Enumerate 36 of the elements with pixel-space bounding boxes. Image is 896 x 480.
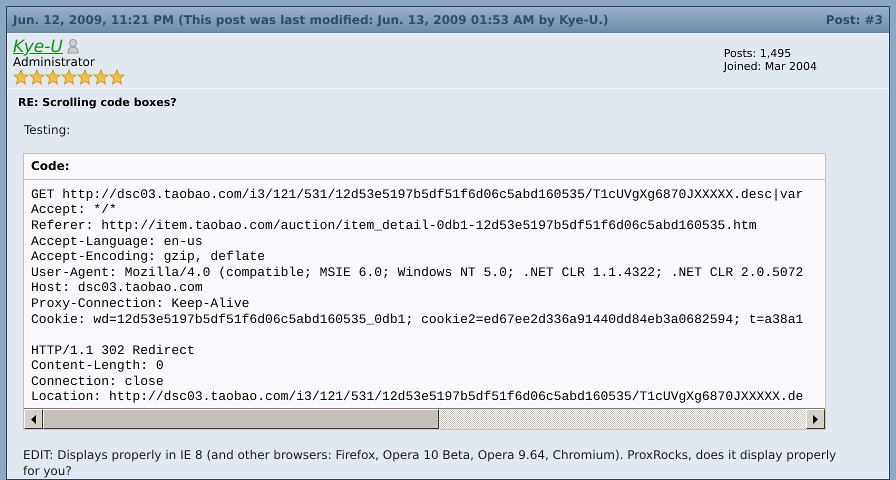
code-line: Connection: close [31, 374, 165, 390]
post-subject: RE: Scrolling code boxes? [17, 95, 178, 112]
star-icon [45, 68, 61, 85]
code-line: Content-Length: 0 [31, 358, 165, 374]
scroll-left-button[interactable] [24, 409, 43, 429]
post-count: Posts: 1,495 [724, 46, 792, 60]
code-line: HTTP/1.1 302 Redirect [31, 342, 196, 358]
horizontal-scrollbar[interactable] [24, 408, 825, 429]
code-line: Location: http://dsc03.taobao.com/i3/121/531/12d53e5197b5df51f6d06c5abd160535/T1cUVgXg6870JXXXXX.de [31, 389, 804, 406]
user-rank: Administrator [13, 56, 96, 69]
code-line: User-Agent: Mozilla/4.0 (compatible; MSIE 6.0; Windows NT 5.0; .NET CLR 1.1.4322; .NET CLR 2.0.5072 [31, 264, 804, 280]
author-link[interactable]: Kye-U [13, 38, 63, 56]
post-date: Jun. 12, 2009, 11:21 PM (This post was last modified: Jun. 13, 2009 01:53 AM by Kye-U.) [13, 12, 608, 29]
star-icon [93, 68, 109, 85]
star-icon [61, 68, 77, 85]
star-icon [13, 68, 29, 85]
post-text: Testing: [23, 122, 72, 139]
join-date: Joined: Mar 2004 [724, 60, 817, 73]
arrow-right-icon [813, 414, 818, 424]
code-line: Accept-Language: en-us [31, 234, 204, 250]
star-icon [77, 68, 93, 85]
code-line: Cookie: wd=12d53e5197b5df51f6d06c5abd160535_0db1; cookie2=ed67ee2d336a91440dd84eb3a0682594; t=a38a1 [31, 312, 804, 328]
scroll-right-button[interactable] [806, 409, 825, 429]
code-line: Host: dsc03.taobao.com [31, 280, 204, 296]
edit-note: EDIT: Displays properly in IE 8 (and other browsers: Firefox, Opera 10 Beta, Opera 9.64, Chromium). ProxRocks, does it display properly for you? [22, 447, 838, 479]
star-icon [109, 68, 125, 85]
code-line: GET http://dsc03.taobao.com/i3/121/531/12d53e5197b5df51f6d06c5abd160535/T1cUVgXg6870JXXXXX.desc|var [31, 186, 804, 202]
scroll-thumb[interactable] [43, 409, 439, 429]
post-number: Post: #3 [826, 12, 883, 29]
code-line: Proxy-Connection: Keep-Alive [31, 296, 250, 312]
arrow-left-icon [31, 414, 36, 424]
star-icon [29, 68, 45, 85]
code-line: Accept: */* [31, 202, 118, 218]
code-line: Referer: http://item.taobao.com/auction/item_detail-0db1-12d53e5197b5df51f6d06c5abd160535.htm [31, 218, 758, 234]
code-label: Code: [31, 158, 70, 176]
code-line: Accept-Encoding: gzip, deflate [31, 249, 266, 265]
